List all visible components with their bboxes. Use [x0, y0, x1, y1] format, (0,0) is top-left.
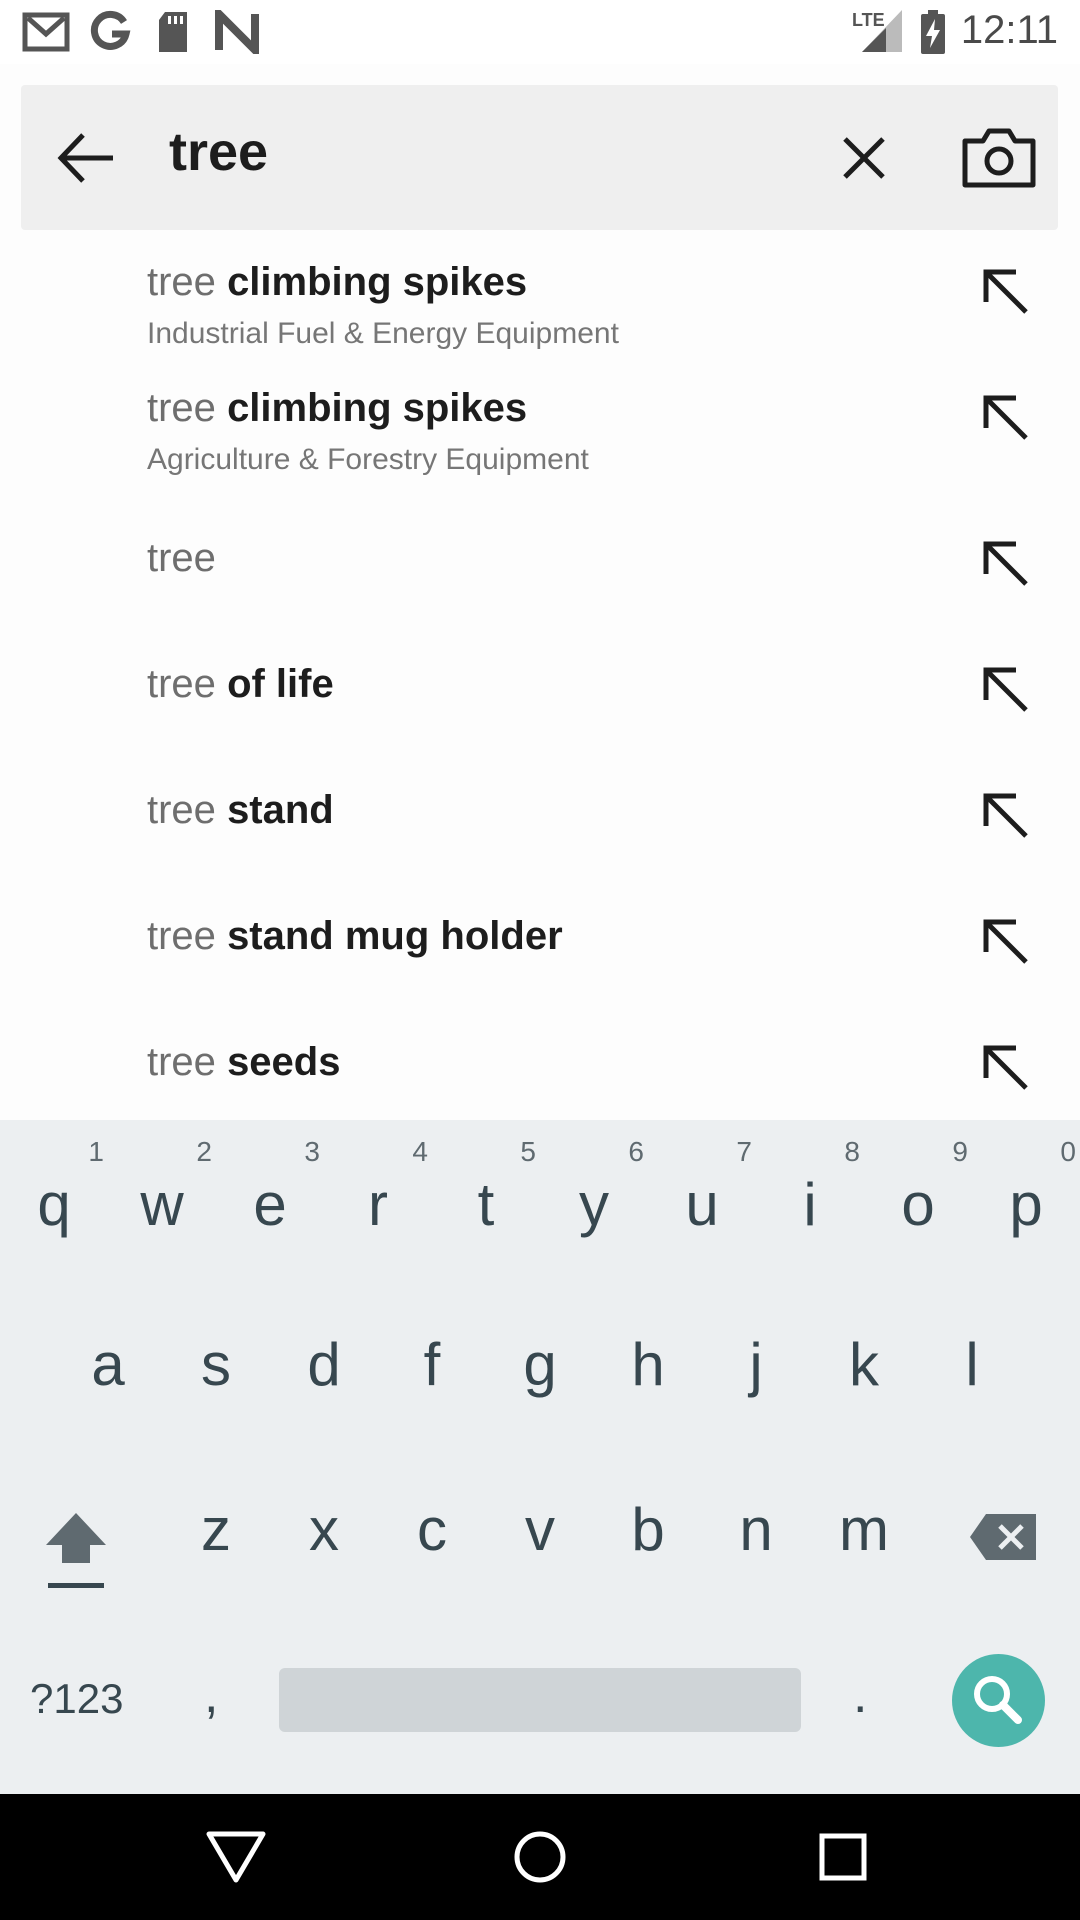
suggestion-item[interactable]: tree: [0, 536, 1080, 662]
key-t[interactable]: 5t: [432, 1136, 540, 1239]
suggestion-completion: stand mug holder: [227, 914, 563, 958]
suggestion-completion: of life: [227, 662, 334, 706]
suggestion-completion: stand: [227, 788, 334, 832]
key-p[interactable]: 0p: [972, 1136, 1080, 1239]
key-k[interactable]: k: [810, 1330, 918, 1399]
key-e[interactable]: 3e: [216, 1136, 324, 1239]
arrow-up-left-icon[interactable]: [978, 390, 1034, 446]
camera-icon[interactable]: [961, 123, 1037, 193]
key-y[interactable]: 6y: [540, 1136, 648, 1239]
arrow-up-left-icon[interactable]: [978, 1040, 1034, 1096]
period-key[interactable]: .: [853, 1665, 867, 1725]
battery-charging-icon: [921, 10, 945, 54]
key-hint: 3: [304, 1136, 320, 1167]
search-input[interactable]: tree: [169, 121, 268, 183]
suggestion-item[interactable]: tree stand mug holder: [0, 914, 1080, 1040]
suggestion-prefix: tree: [147, 914, 216, 958]
key-hint: 8: [844, 1136, 860, 1167]
key-j[interactable]: j: [702, 1330, 810, 1399]
key-u[interactable]: 7u: [648, 1136, 756, 1239]
search-key[interactable]: [952, 1654, 1045, 1747]
home-circle-icon[interactable]: [505, 1822, 575, 1892]
key-r[interactable]: 4r: [324, 1136, 432, 1239]
navigation-bar: [0, 1794, 1080, 1920]
key-c[interactable]: c: [378, 1495, 486, 1564]
suggestion-completion: seeds: [227, 1040, 341, 1084]
suggestion-prefix: tree: [147, 260, 216, 304]
suggestion-prefix: tree: [147, 788, 216, 832]
comma-key[interactable]: ,: [204, 1665, 218, 1725]
arrow-up-left-icon[interactable]: [978, 788, 1034, 844]
clock: 12:11: [960, 8, 1058, 52]
backspace-icon[interactable]: [968, 1512, 1038, 1562]
suggestion-prefix: tree: [147, 536, 216, 580]
key-hint: 7: [736, 1136, 752, 1167]
arrow-up-left-icon[interactable]: [978, 914, 1034, 970]
key-i[interactable]: 8i: [756, 1136, 864, 1239]
shift-icon[interactable]: [40, 1505, 112, 1595]
back-triangle-icon[interactable]: [201, 1822, 271, 1892]
key-m[interactable]: m: [810, 1495, 918, 1564]
soft-keyboard: 1q 2w 3e 4r 5t 6y 7u 8i 9o 0p a s d f g …: [0, 1120, 1080, 1794]
suggestion-category: Industrial Fuel & Energy Equipment: [147, 317, 619, 350]
search-icon: [974, 1676, 1022, 1724]
key-v[interactable]: v: [486, 1495, 594, 1564]
suggestion-completion: climbing spikes: [227, 386, 528, 430]
symbols-key[interactable]: ?123: [30, 1675, 123, 1723]
key-hint: 9: [952, 1136, 968, 1167]
key-w[interactable]: 2w: [108, 1136, 216, 1239]
key-h[interactable]: h: [594, 1330, 702, 1399]
suggestion-item[interactable]: tree climbing spikes Agriculture & Fores…: [0, 386, 1080, 512]
key-hint: 5: [520, 1136, 536, 1167]
key-hint: 1: [88, 1136, 104, 1167]
key-l[interactable]: l: [918, 1330, 1026, 1399]
suggestion-list: tree climbing spikes Industrial Fuel & E…: [0, 230, 1080, 1120]
close-icon[interactable]: [831, 125, 897, 191]
google-icon: [90, 10, 131, 50]
suggestion-category: Agriculture & Forestry Equipment: [147, 443, 589, 476]
suggestion-prefix: tree: [147, 662, 216, 706]
suggestion-completion: climbing spikes: [227, 260, 528, 304]
key-hint: 4: [412, 1136, 428, 1167]
arrow-left-icon[interactable]: [51, 123, 121, 193]
arrow-up-left-icon[interactable]: [978, 662, 1034, 718]
suggestion-prefix: tree: [147, 1040, 216, 1084]
sd-card-icon: [159, 12, 187, 52]
search-bar: tree: [21, 85, 1058, 230]
key-z[interactable]: z: [162, 1495, 270, 1564]
suggestion-item[interactable]: tree stand: [0, 788, 1080, 914]
space-bar[interactable]: [279, 1668, 801, 1732]
signal-icon: [862, 10, 902, 52]
arrow-up-left-icon[interactable]: [978, 536, 1034, 592]
arrow-up-left-icon[interactable]: [978, 264, 1034, 320]
key-s[interactable]: s: [162, 1330, 270, 1399]
key-x[interactable]: x: [270, 1495, 378, 1564]
key-g[interactable]: g: [486, 1330, 594, 1399]
key-a[interactable]: a: [54, 1330, 162, 1399]
n-icon: [215, 10, 259, 54]
key-b[interactable]: b: [594, 1495, 702, 1564]
suggestion-item[interactable]: tree climbing spikes Industrial Fuel & E…: [0, 260, 1080, 386]
key-hint: 0: [1060, 1136, 1076, 1167]
key-hint: 2: [196, 1136, 212, 1167]
key-q[interactable]: 1q: [0, 1136, 108, 1239]
suggestion-prefix: tree: [147, 386, 216, 430]
status-bar: LTE 12:11: [0, 0, 1080, 64]
key-hint: 6: [628, 1136, 644, 1167]
suggestion-item[interactable]: tree of life: [0, 662, 1080, 788]
key-f[interactable]: f: [378, 1330, 486, 1399]
key-o[interactable]: 9o: [864, 1136, 972, 1239]
key-n[interactable]: n: [702, 1495, 810, 1564]
gmail-icon: [22, 12, 70, 52]
key-d[interactable]: d: [270, 1330, 378, 1399]
recents-square-icon[interactable]: [808, 1822, 878, 1892]
